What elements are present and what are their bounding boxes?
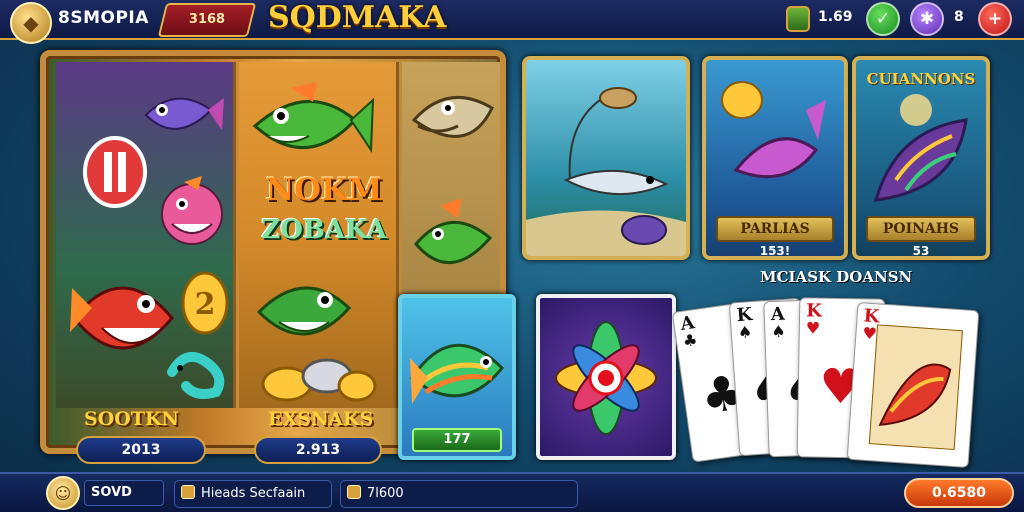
fishing-scene-icon	[526, 87, 686, 256]
card-title-cuiannons: CUIANNONS	[866, 70, 976, 88]
green-fish-icon	[414, 198, 493, 265]
coin-pile-icon	[261, 358, 377, 402]
dice-icon	[83, 136, 147, 208]
pinwheel-icon[interactable]: ✱	[910, 2, 944, 36]
card-suit: ♠	[737, 322, 753, 343]
card-suit: ♥	[805, 318, 821, 338]
bottom-field-2-text: 7l600	[367, 486, 404, 501]
king-art-icon	[868, 324, 963, 451]
field-icon	[347, 485, 361, 499]
card-sub-parlias: 153!	[759, 244, 791, 258]
mandala-icon	[555, 321, 657, 435]
logo-badge-icon[interactable]: ◆	[10, 2, 52, 44]
card-suit: ♠	[771, 321, 787, 342]
card-banner-parlias: PARLIAS	[716, 216, 834, 242]
brand-name: 8SMOPIA	[58, 8, 149, 28]
play-button[interactable]: 0.6580	[904, 478, 1014, 508]
treasure-chest-icon	[786, 6, 810, 32]
username-field[interactable]: SOVD	[84, 480, 164, 506]
game-title: SQDMAKA	[268, 0, 447, 35]
reel-1-label: SOOTKN	[84, 408, 179, 430]
cyan-eel-icon	[167, 351, 225, 399]
catfish-icon	[411, 95, 494, 138]
reel-1-value[interactable]: 2013	[76, 436, 206, 464]
green-fish-icon	[256, 286, 352, 336]
field-icon	[181, 485, 195, 499]
card-sub-poinahs: 53	[912, 244, 930, 258]
bottom-field-1-text: Hieads Secfaain	[201, 486, 306, 501]
avatar[interactable]: ☺	[46, 476, 80, 510]
tile-rainbow-fish[interactable]: 177	[398, 294, 516, 460]
slot-center-word: NOKM	[265, 172, 383, 208]
top-bar: ◆ 8SMOPIA 3168 SQDMAKA 1.69 ✓ ✱ 8 +	[0, 0, 1024, 44]
header-tag[interactable]: 3168	[157, 3, 257, 37]
playing-card[interactable]: K ♥	[846, 301, 980, 469]
slot-center-subword: ZOBAKA	[261, 215, 387, 245]
tile-fish-value: 177	[412, 428, 502, 452]
game-card-parlias[interactable]: PARLIAS 153!	[702, 56, 848, 260]
count-value: 8	[954, 9, 964, 25]
rainbow-fish-icon	[409, 343, 505, 404]
reel-2-value[interactable]: 2.913	[254, 436, 382, 464]
purple-fish-icon	[721, 81, 826, 179]
reel-1: 2	[56, 62, 236, 408]
reel-2-label: EXSNAKS	[268, 408, 374, 430]
game-card-cuiannons[interactable]: CUIANNONS POINAHS 53	[852, 56, 990, 260]
section-label: MCIASK DOANSN	[760, 268, 913, 286]
card-banner-poinahs: POINAHS	[866, 216, 976, 242]
purple-fish-icon	[144, 97, 224, 130]
tile-mandala[interactable]	[536, 294, 676, 460]
red-fish-icon	[70, 286, 174, 350]
gold-coin-icon: 2	[181, 271, 229, 335]
plus-icon[interactable]: +	[978, 2, 1012, 36]
green-fish-icon	[252, 82, 375, 154]
pink-fish-icon	[161, 176, 223, 245]
svg-text:2: 2	[195, 287, 216, 322]
mosaic-fish-icon	[873, 94, 968, 202]
checkmark-icon[interactable]: ✓	[866, 2, 900, 36]
bottom-field-1[interactable]: Hieads Secfaain	[174, 480, 332, 508]
card-suit: ♣	[681, 329, 699, 351]
header-tag-label: 3168	[188, 12, 226, 27]
bottom-bar: ☺ SOVD Hieads Secfaain 7l600 0.6580	[0, 472, 1024, 512]
balance-value: 1.69	[818, 9, 853, 25]
bottom-field-2[interactable]: 7l600	[340, 480, 578, 508]
game-card-fishing[interactable]	[522, 56, 690, 260]
